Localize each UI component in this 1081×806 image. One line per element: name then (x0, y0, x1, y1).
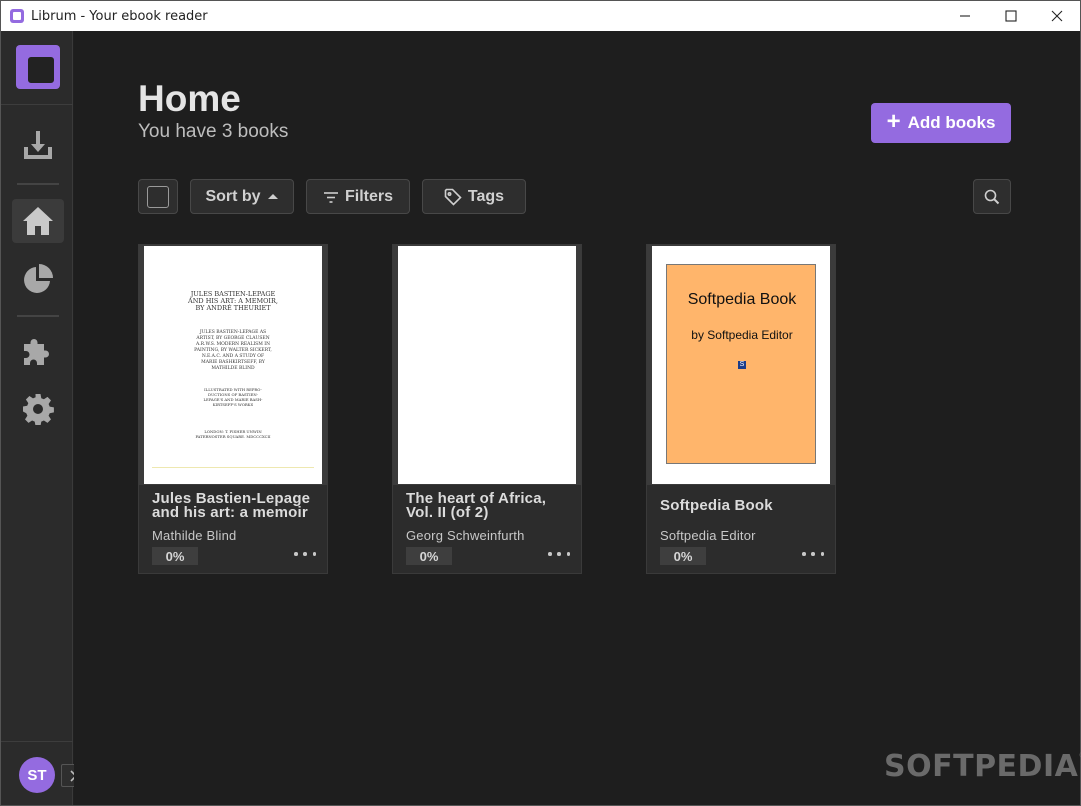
title-bar[interactable]: Librum - Your ebook reader (1, 1, 1080, 31)
book-author: Georg Schweinfurth (406, 528, 525, 543)
main-content: Home You have 3 books + Add books Sort b… (74, 31, 1081, 805)
softpedia-watermark: SOFTPEDIA® (884, 749, 1081, 784)
dot-icon (303, 552, 307, 556)
checkbox-icon (147, 185, 169, 208)
book-cover (398, 246, 576, 484)
sidebar-divider (17, 183, 59, 185)
book-cover-frame: Softpedia Book by Softpedia Editor S (647, 245, 835, 485)
book-card[interactable]: Softpedia Book by Softpedia Editor S Sof… (646, 244, 836, 574)
more-options-button[interactable] (294, 548, 316, 560)
scanned-title-page: JULES BASTIEN-LEPAGE AND HIS ART: A MEMO… (144, 246, 322, 484)
sort-by-button[interactable]: Sort by (190, 179, 294, 214)
tags-label: Tags (467, 187, 505, 205)
watermark-text: SOFTPEDIA (884, 749, 1079, 784)
book-card[interactable]: JULES BASTIEN-LEPAGE AND HIS ART: A MEMO… (138, 244, 328, 574)
cover-title: Softpedia Book (687, 291, 797, 308)
sort-by-label: Sort by (205, 187, 261, 205)
app-logo-icon (10, 9, 24, 23)
sidebar: ST (1, 31, 84, 805)
librum-logo[interactable] (16, 45, 60, 89)
softpedia-mark-icon: S (738, 361, 746, 369)
dot-icon (811, 552, 815, 556)
cover-byline: by Softpedia Editor (691, 328, 793, 342)
puzzle-icon (24, 339, 49, 365)
more-options-button[interactable] (802, 548, 824, 560)
cover-text-line: PATERNOSTER SQUARE. MDCCCXCII (195, 434, 271, 439)
dot-icon (820, 552, 824, 556)
more-options-button[interactable] (548, 548, 570, 560)
dot-icon (566, 552, 570, 556)
filters-button[interactable]: Filters (306, 179, 410, 214)
progress-badge: 0% (406, 547, 452, 565)
sidebar-footer: ST (1, 741, 84, 805)
sidebar-item-plugins[interactable] (12, 331, 64, 375)
sidebar-item-statistics[interactable] (12, 257, 64, 301)
caret-up-icon (267, 193, 278, 199)
cover-text-line: KIRTSEFF'S WORKS (212, 402, 254, 407)
cover-text-line: MATHILDE BLIND (211, 366, 255, 371)
app-window: Librum - Your ebook reader ST Home You h… (0, 0, 1081, 806)
book-cover: Softpedia Book by Softpedia Editor S (652, 246, 830, 484)
close-button[interactable] (1034, 1, 1080, 31)
book-cover: JULES BASTIEN-LEPAGE AND HIS ART: A MEMO… (144, 246, 322, 484)
dot-icon (294, 552, 298, 556)
cover-edge-line (152, 467, 314, 468)
cover-text-line: PAINTING, BY WALTER SICKERT, (194, 348, 272, 353)
dot-icon (557, 552, 561, 556)
book-title: Softpedia Book (660, 497, 773, 514)
sidebar-item-settings[interactable] (12, 387, 64, 431)
window-controls (942, 1, 1080, 31)
sidebar-item-download[interactable] (12, 123, 64, 167)
download-icon (24, 131, 52, 159)
book-author: Mathilde Blind (152, 528, 237, 543)
book-title: Jules Bastien-Lepage and his art: a memo… (152, 490, 311, 521)
book-info: Softpedia Book Softpedia Editor 0% (647, 485, 835, 573)
minimize-icon (960, 15, 970, 17)
minimize-button[interactable] (942, 1, 988, 31)
maximize-button[interactable] (988, 1, 1034, 31)
book-cover-frame (393, 245, 581, 485)
gear-icon (23, 394, 54, 425)
search-button[interactable] (973, 179, 1011, 214)
home-icon (23, 207, 53, 235)
plus-icon: + (886, 108, 901, 135)
sidebar-divider (17, 315, 59, 317)
dot-icon (548, 552, 552, 556)
dot-icon (802, 552, 806, 556)
maximize-icon (1005, 10, 1017, 22)
pie-chart-icon (24, 264, 53, 293)
orange-cover: Softpedia Book by Softpedia Editor S (666, 264, 816, 464)
progress-badge: 0% (660, 547, 706, 565)
book-info: The heart of Africa, Vol. II (of 2) Geor… (393, 485, 581, 573)
add-books-button[interactable]: + Add books (871, 103, 1011, 143)
filter-icon (323, 191, 338, 203)
filters-label: Filters (344, 187, 393, 205)
cover-text-line: JULES BASTIEN-LEPAGE AS (199, 330, 267, 335)
book-cover-frame: JULES BASTIEN-LEPAGE AND HIS ART: A MEMO… (139, 245, 327, 485)
select-all-checkbox[interactable] (138, 179, 178, 214)
progress-badge: 0% (152, 547, 198, 565)
book-title: The heart of Africa, Vol. II (of 2) (406, 490, 547, 521)
cover-text-line: MARIE BASHKIRTSEFF, BY (201, 360, 265, 365)
cover-text-line: ARTIST, BY GEORGE CLAUSEN (196, 336, 270, 341)
book-info: Jules Bastien-Lepage and his art: a memo… (139, 485, 327, 573)
page-title: Home (138, 78, 241, 119)
cover-text-line: BY ANDRÉ THEURIET (195, 304, 271, 312)
tag-icon (444, 188, 462, 206)
add-books-label: Add books (907, 113, 996, 132)
book-author: Softpedia Editor (660, 528, 756, 543)
cover-text-line: A.R.W.S. MODERN REALISM IN (195, 342, 271, 347)
sidebar-logo-area (1, 31, 73, 105)
sidebar-item-home[interactable] (12, 199, 64, 243)
tags-button[interactable]: Tags (422, 179, 526, 214)
avatar[interactable]: ST (19, 757, 55, 793)
book-count: You have 3 books (138, 121, 289, 142)
book-card[interactable]: The heart of Africa, Vol. II (of 2) Geor… (392, 244, 582, 574)
search-icon (984, 189, 1000, 204)
dot-icon (312, 552, 316, 556)
cover-text-line: N.E.A.C. AND A STUDY OF (201, 354, 265, 359)
window-title: Librum - Your ebook reader (31, 8, 208, 24)
close-icon (1051, 10, 1063, 22)
